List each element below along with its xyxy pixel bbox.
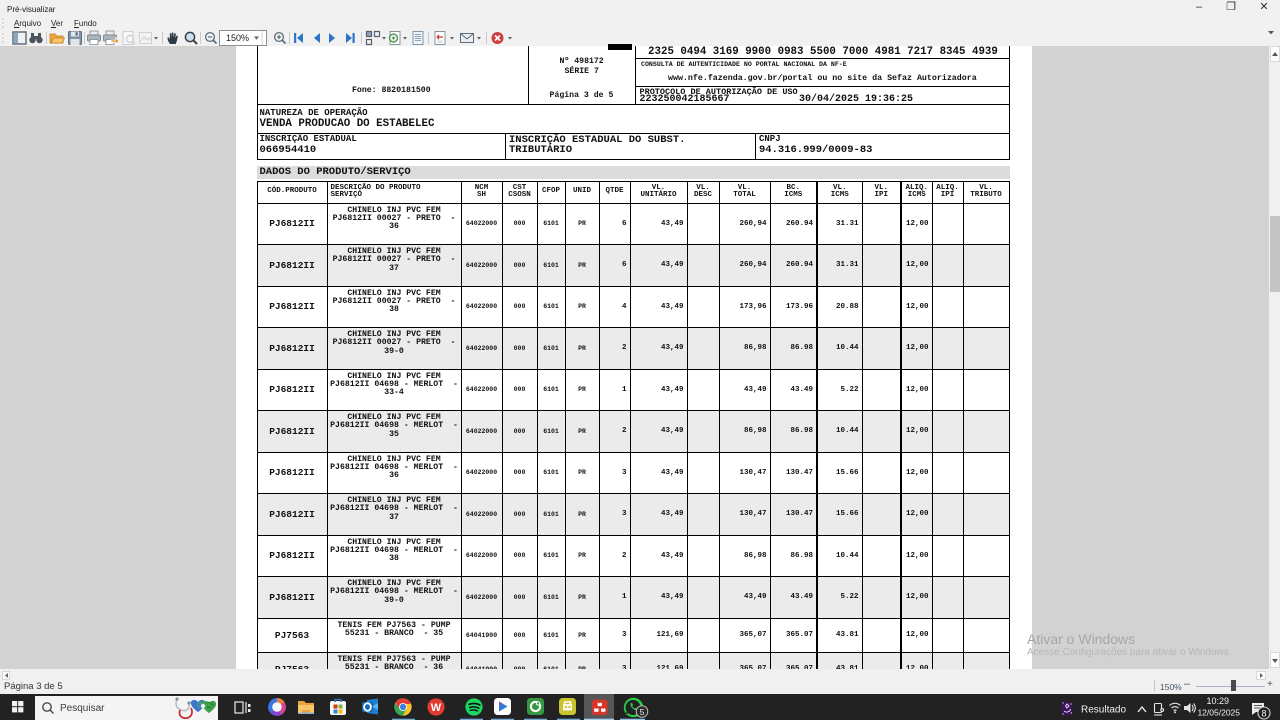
svg-text:8: 8 xyxy=(1261,708,1266,718)
svg-text:150%: 150% xyxy=(226,33,249,43)
svg-text:Resultado: Resultado xyxy=(1081,704,1126,715)
svg-text:5: 5 xyxy=(640,707,645,717)
svg-text:10:29: 10:29 xyxy=(1206,696,1229,706)
svg-text:W: W xyxy=(431,702,442,714)
svg-text:12/05/2025: 12/05/2025 xyxy=(1197,707,1240,717)
svg-text:Pesquisar: Pesquisar xyxy=(60,703,105,714)
